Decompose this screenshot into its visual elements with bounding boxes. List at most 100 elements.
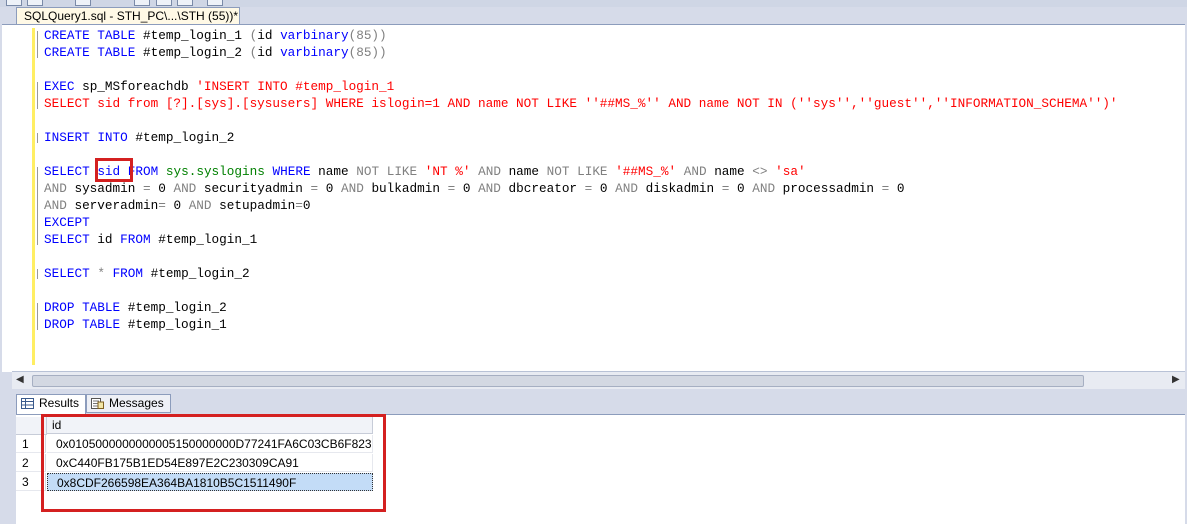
code-token: varbinary	[280, 28, 349, 43]
document-tab[interactable]: SQLQuery1.sql - STH_PC\...\STH (55))*	[16, 7, 240, 24]
toolbar-icon[interactable]	[207, 0, 223, 6]
code-token: 'sa'	[775, 164, 806, 179]
toolbar-icon[interactable]	[27, 0, 43, 6]
tab-messages-label: Messages	[109, 396, 164, 410]
code-token: AND	[683, 164, 707, 179]
code-line[interactable]: SELECT id FROM #temp_login_1	[44, 231, 257, 248]
grid-icon	[21, 398, 34, 409]
code-token: AND	[615, 181, 638, 196]
code-token: AND	[44, 181, 67, 196]
code-token: AND	[752, 181, 776, 196]
scroll-right-icon[interactable]: ▶	[1172, 374, 1180, 385]
code-token: SELECT	[44, 164, 90, 179]
code-line[interactable]: CREATE TABLE #temp_login_2 (id varbinary…	[44, 44, 387, 61]
code-token: DROP TABLE	[44, 300, 121, 315]
fold-guide	[37, 269, 38, 279]
code-token: SELECT	[44, 232, 90, 247]
code-token: '##MS_%'	[615, 164, 677, 179]
code-line[interactable]: EXCEPT	[44, 214, 90, 231]
code-token: DROP TABLE	[44, 317, 121, 332]
code-token: #temp_login_2	[143, 266, 250, 281]
tab-messages[interactable]: Messages	[86, 394, 171, 413]
code-token: 'INSERT INTO #temp_login_1	[196, 79, 395, 94]
horizontal-scrollbar[interactable]: ◀ ▶	[12, 371, 1185, 389]
toolbar-icon[interactable]	[75, 0, 91, 6]
code-line[interactable]: SELECT sid FROM sys.syslogins WHERE name…	[44, 163, 806, 180]
code-token: =	[295, 198, 303, 213]
code-token: =	[310, 181, 319, 196]
code-token: #temp_login_2	[127, 130, 235, 145]
code-token: id	[257, 45, 281, 60]
code-token: =	[142, 181, 151, 196]
code-token: id	[257, 28, 281, 43]
code-token: varbinary	[280, 45, 349, 60]
code-token: (85))	[348, 28, 387, 43]
code-token: #temp_login_2	[120, 300, 227, 315]
code-token: sp_MSforeachdb	[74, 79, 197, 94]
code-token: name	[500, 164, 547, 179]
results-highlight-box	[41, 414, 386, 512]
code-line[interactable]: DROP TABLE #temp_login_1	[44, 316, 227, 333]
code-token: 0	[302, 198, 311, 213]
code-token: SELECT	[44, 266, 90, 281]
toolbar-strip	[0, 0, 1187, 7]
code-token: SELECT sid from [?].[sys].[sysusers] WHE…	[44, 96, 1118, 111]
code-token: #temp_login_1	[120, 317, 227, 332]
code-token: 'NT %'	[424, 164, 471, 179]
code-token: 0	[592, 181, 616, 196]
code-token: setupadmin	[211, 198, 296, 213]
code-token: CREATE TABLE	[44, 28, 136, 43]
toolbar-icon[interactable]	[134, 0, 150, 6]
code-token: #temp_login_1	[150, 232, 258, 247]
editor-margin	[2, 25, 30, 372]
code-token: 0	[150, 181, 174, 196]
fold-guide	[37, 31, 38, 58]
code-token: =	[158, 198, 166, 213]
code-line[interactable]: AND sysadmin = 0 AND securityadmin = 0 A…	[44, 180, 905, 197]
code-token: *	[97, 266, 105, 281]
code-token: bulkadmin	[363, 181, 448, 196]
code-token: processadmin	[775, 181, 882, 196]
query-editor[interactable]: CREATE TABLE #temp_login_1 (id varbinary…	[2, 24, 1185, 372]
code-token: INTO	[97, 130, 128, 145]
toolbar-icon[interactable]	[177, 0, 193, 6]
fold-guide	[37, 303, 38, 330]
code-token: #temp_login_2	[135, 45, 250, 60]
code-token: <>	[752, 164, 768, 179]
code-token: FROM	[120, 232, 151, 247]
code-token: id	[89, 232, 121, 247]
code-line[interactable]: CREATE TABLE #temp_login_1 (id varbinary…	[44, 27, 387, 44]
code-token: sysadmin	[66, 181, 143, 196]
toolbar-icon[interactable]	[6, 0, 22, 6]
results-tab-bar: Results Messages	[12, 392, 1185, 415]
scroll-left-icon[interactable]: ◀	[16, 374, 24, 385]
code-line[interactable]: INSERT INTO #temp_login_2	[44, 129, 234, 146]
fold-guide	[37, 167, 38, 245]
code-token: INSERT	[44, 130, 90, 145]
code-line[interactable]: AND serveradmin= 0 AND setupadmin=0	[44, 197, 311, 214]
toolbar-icon[interactable]	[156, 0, 172, 6]
code-token: dbcreator	[500, 181, 585, 196]
code-token: FROM	[112, 266, 144, 281]
messages-icon	[91, 398, 104, 409]
code-token: sys.syslogins	[165, 164, 265, 179]
code-token: AND	[173, 181, 197, 196]
code-token: #temp_login_1	[135, 28, 250, 43]
code-token: WHERE	[272, 164, 311, 179]
code-line[interactable]: DROP TABLE #temp_login_2	[44, 299, 227, 316]
scrollbar-thumb[interactable]	[32, 375, 1084, 387]
tab-results[interactable]: Results	[16, 394, 87, 415]
code-token: name	[310, 164, 357, 179]
code-token: 0	[165, 198, 189, 213]
code-line[interactable]: SELECT * FROM #temp_login_2	[44, 265, 250, 282]
code-token: EXEC	[44, 79, 75, 94]
code-line[interactable]: SELECT sid from [?].[sys].[sysusers] WHE…	[44, 95, 1118, 112]
code-token: 0	[318, 181, 341, 196]
code-token: diskadmin	[637, 181, 722, 196]
code-line[interactable]: EXEC sp_MSforeachdb 'INSERT INTO #temp_l…	[44, 78, 394, 95]
